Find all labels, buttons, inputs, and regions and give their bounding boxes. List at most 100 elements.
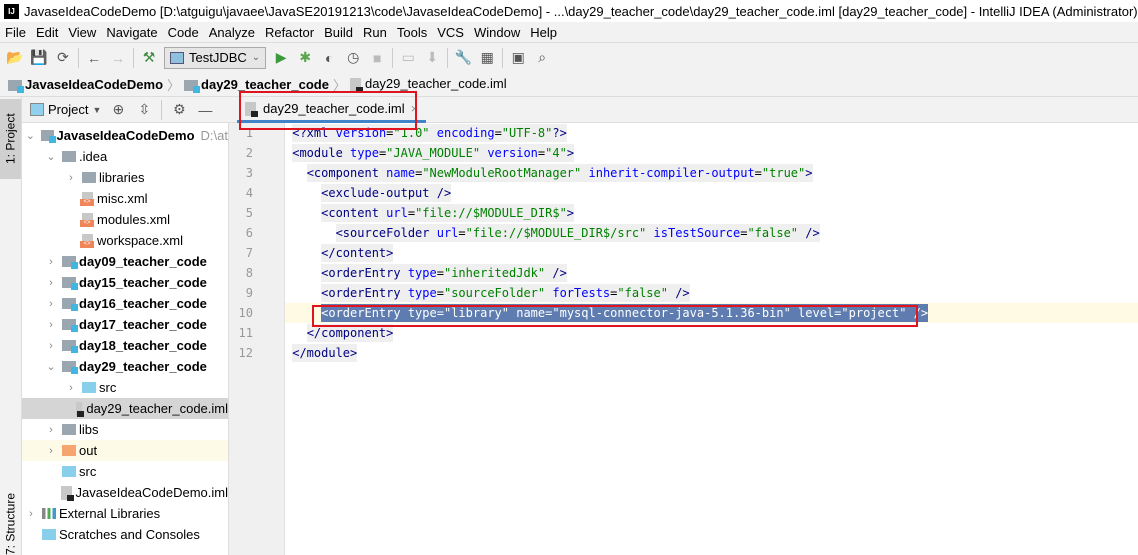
tree-item[interactable]: › External Libraries bbox=[22, 503, 228, 524]
menu-file[interactable]: File bbox=[0, 25, 31, 40]
breadcrumb-item-module[interactable]: day29_teacher_code bbox=[184, 77, 329, 93]
menu-tools[interactable]: Tools bbox=[392, 25, 432, 40]
menu-refactor[interactable]: Refactor bbox=[260, 25, 319, 40]
chevron-right-icon[interactable]: › bbox=[24, 508, 38, 520]
code-token: > bbox=[566, 146, 575, 160]
code-token: "UTF-8" bbox=[501, 126, 553, 140]
window-title: JavaseIdeaCodeDemo [D:\atguigu\javaee\Ja… bbox=[24, 3, 1138, 19]
search-icon[interactable]: ⌕ bbox=[533, 49, 551, 67]
tree-item[interactable]: day29_teacher_code.iml bbox=[22, 398, 228, 419]
code-line[interactable]: <orderEntry type="inheritedJdk" /> bbox=[285, 263, 1138, 283]
chevron-down-icon[interactable]: ⌄ bbox=[44, 360, 58, 373]
project-view-select[interactable]: Project ▼ bbox=[30, 102, 101, 117]
tree-item[interactable]: › out bbox=[22, 440, 228, 461]
menu-bar: File Edit View Navigate Code Analyze Refactor B… bbox=[0, 22, 1138, 42]
tree-item[interactable]: misc.xml bbox=[22, 188, 228, 209]
tree-item[interactable]: › libs bbox=[22, 419, 228, 440]
tree-item[interactable]: › day15_teacher_code bbox=[22, 272, 228, 293]
tree-item[interactable]: ⌄ day29_teacher_code bbox=[22, 356, 228, 377]
code-line[interactable]: <module type="JAVA_MODULE" version="4"> bbox=[285, 143, 1138, 163]
tree-item[interactable]: › day09_teacher_code bbox=[22, 251, 228, 272]
breadcrumb-item-file[interactable]: day29_teacher_code.iml bbox=[349, 76, 507, 93]
code-line[interactable]: <orderEntry type="sourceFolder" forTests… bbox=[285, 283, 1138, 303]
update-icon[interactable]: ⬇ bbox=[423, 49, 441, 67]
back-icon[interactable]: ← bbox=[85, 49, 103, 67]
build-hammer-icon[interactable]: ⚒ bbox=[140, 49, 158, 67]
chevron-right-icon[interactable]: › bbox=[64, 172, 78, 184]
divider bbox=[161, 99, 163, 120]
forward-icon[interactable]: → bbox=[109, 49, 127, 67]
menu-run[interactable]: Run bbox=[358, 25, 392, 40]
tree-item[interactable]: › src bbox=[22, 377, 228, 398]
run-config-label: TestJDBC bbox=[189, 50, 247, 65]
gear-icon[interactable]: ⚙ bbox=[170, 101, 188, 119]
code-line[interactable]: <exclude-output /> bbox=[285, 183, 1138, 203]
run-configuration-select[interactable]: TestJDBC ⌄ bbox=[164, 46, 267, 69]
menu-edit[interactable]: Edit bbox=[31, 25, 63, 40]
structure-tool-tab[interactable]: 7: Structure bbox=[0, 492, 21, 555]
tree-item[interactable]: › day18_teacher_code bbox=[22, 335, 228, 356]
stop-icon[interactable]: ■ bbox=[368, 49, 386, 67]
code-token: <orderEntry bbox=[321, 286, 408, 300]
tree-item[interactable]: Scratches and Consoles bbox=[22, 524, 228, 545]
chevron-right-icon[interactable]: › bbox=[44, 445, 58, 457]
tree-item[interactable]: src bbox=[22, 461, 228, 482]
sync-icon[interactable]: ⟳ bbox=[54, 49, 72, 67]
debug-icon[interactable]: ✱ bbox=[296, 49, 314, 67]
collapse-all-icon[interactable]: ⇳ bbox=[135, 101, 153, 119]
chevron-down-icon[interactable]: ⌄ bbox=[44, 150, 58, 163]
chevron-right-icon[interactable]: › bbox=[44, 298, 58, 310]
chevron-right-icon[interactable]: › bbox=[44, 256, 58, 268]
tree-item[interactable]: modules.xml bbox=[22, 209, 228, 230]
code-token: "false" bbox=[617, 286, 668, 300]
breadcrumb-item-project[interactable]: JavaseIdeaCodeDemo bbox=[8, 77, 163, 93]
menu-view[interactable]: View bbox=[63, 25, 101, 40]
project-structure-icon[interactable]: ▦ bbox=[478, 49, 496, 67]
run-icon[interactable]: ▶ bbox=[272, 49, 290, 67]
tree-item[interactable]: workspace.xml bbox=[22, 230, 228, 251]
chevron-right-icon[interactable]: › bbox=[64, 382, 78, 394]
chevron-right-icon[interactable]: › bbox=[44, 340, 58, 352]
code-line[interactable]: <component name = "NewModuleRootManager" i… bbox=[285, 163, 1138, 183]
tree-item[interactable]: JavaseIdeaCodeDemo.iml bbox=[22, 482, 228, 503]
menu-window[interactable]: Window bbox=[469, 25, 525, 40]
chevron-right-icon[interactable]: › bbox=[44, 424, 58, 436]
settings-wrench-icon[interactable]: 🔧 bbox=[454, 49, 472, 67]
save-icon[interactable]: 💾 bbox=[30, 49, 48, 67]
coverage-icon[interactable]: ◐ bbox=[320, 49, 338, 67]
tree-item-label: Scratches and Consoles bbox=[59, 527, 200, 542]
menu-vcs[interactable]: VCS bbox=[432, 25, 469, 40]
xml-file-icon bbox=[80, 233, 94, 248]
chevron-down-icon[interactable]: ⌄ bbox=[24, 129, 37, 142]
code-line[interactable]: <content url="file://$MODULE_DIR$"> bbox=[285, 203, 1138, 223]
code-line[interactable]: <sourceFolder url="file://$MODULE_DIR$/s… bbox=[285, 223, 1138, 243]
terminal-icon[interactable]: ▣ bbox=[509, 49, 527, 67]
menu-navigate[interactable]: Navigate bbox=[101, 25, 162, 40]
tree-item[interactable]: › day17_teacher_code bbox=[22, 314, 228, 335]
tree-item[interactable]: ⌄ .idea bbox=[22, 146, 228, 167]
attach-icon[interactable]: ▭ bbox=[399, 49, 417, 67]
tree-item[interactable]: › libraries bbox=[22, 167, 228, 188]
chevron-right-icon[interactable]: › bbox=[44, 277, 58, 289]
menu-build[interactable]: Build bbox=[319, 25, 358, 40]
profile-icon[interactable]: ◷ bbox=[344, 49, 362, 67]
code-line[interactable]: </content> bbox=[285, 243, 1138, 263]
code-line[interactable]: </module> bbox=[285, 343, 1138, 363]
open-folder-icon[interactable]: 📂 bbox=[6, 49, 24, 67]
menu-help[interactable]: Help bbox=[525, 25, 562, 40]
tree-item-label: JavaseIdeaCodeDemo bbox=[56, 128, 195, 143]
menu-analyze[interactable]: Analyze bbox=[204, 25, 260, 40]
chevron-right-icon[interactable]: › bbox=[44, 319, 58, 331]
locate-target-icon[interactable]: ⊕ bbox=[109, 101, 127, 119]
tree-item[interactable]: › day16_teacher_code bbox=[22, 293, 228, 314]
iml-file-icon bbox=[349, 77, 363, 93]
minimize-icon[interactable]: — bbox=[196, 101, 214, 119]
menu-code[interactable]: Code bbox=[163, 25, 204, 40]
tree-item[interactable]: ⌄ JavaseIdeaCodeDemo D:\at bbox=[22, 125, 228, 146]
project-tool-tab[interactable]: 1: Project bbox=[0, 99, 21, 179]
code-editor[interactable]: <?xml version="1.0" encoding="UTF-8"?> <… bbox=[285, 123, 1138, 555]
project-view-icon bbox=[30, 103, 44, 116]
module-folder-icon bbox=[62, 277, 78, 290]
tree-item-label: .idea bbox=[79, 149, 108, 164]
